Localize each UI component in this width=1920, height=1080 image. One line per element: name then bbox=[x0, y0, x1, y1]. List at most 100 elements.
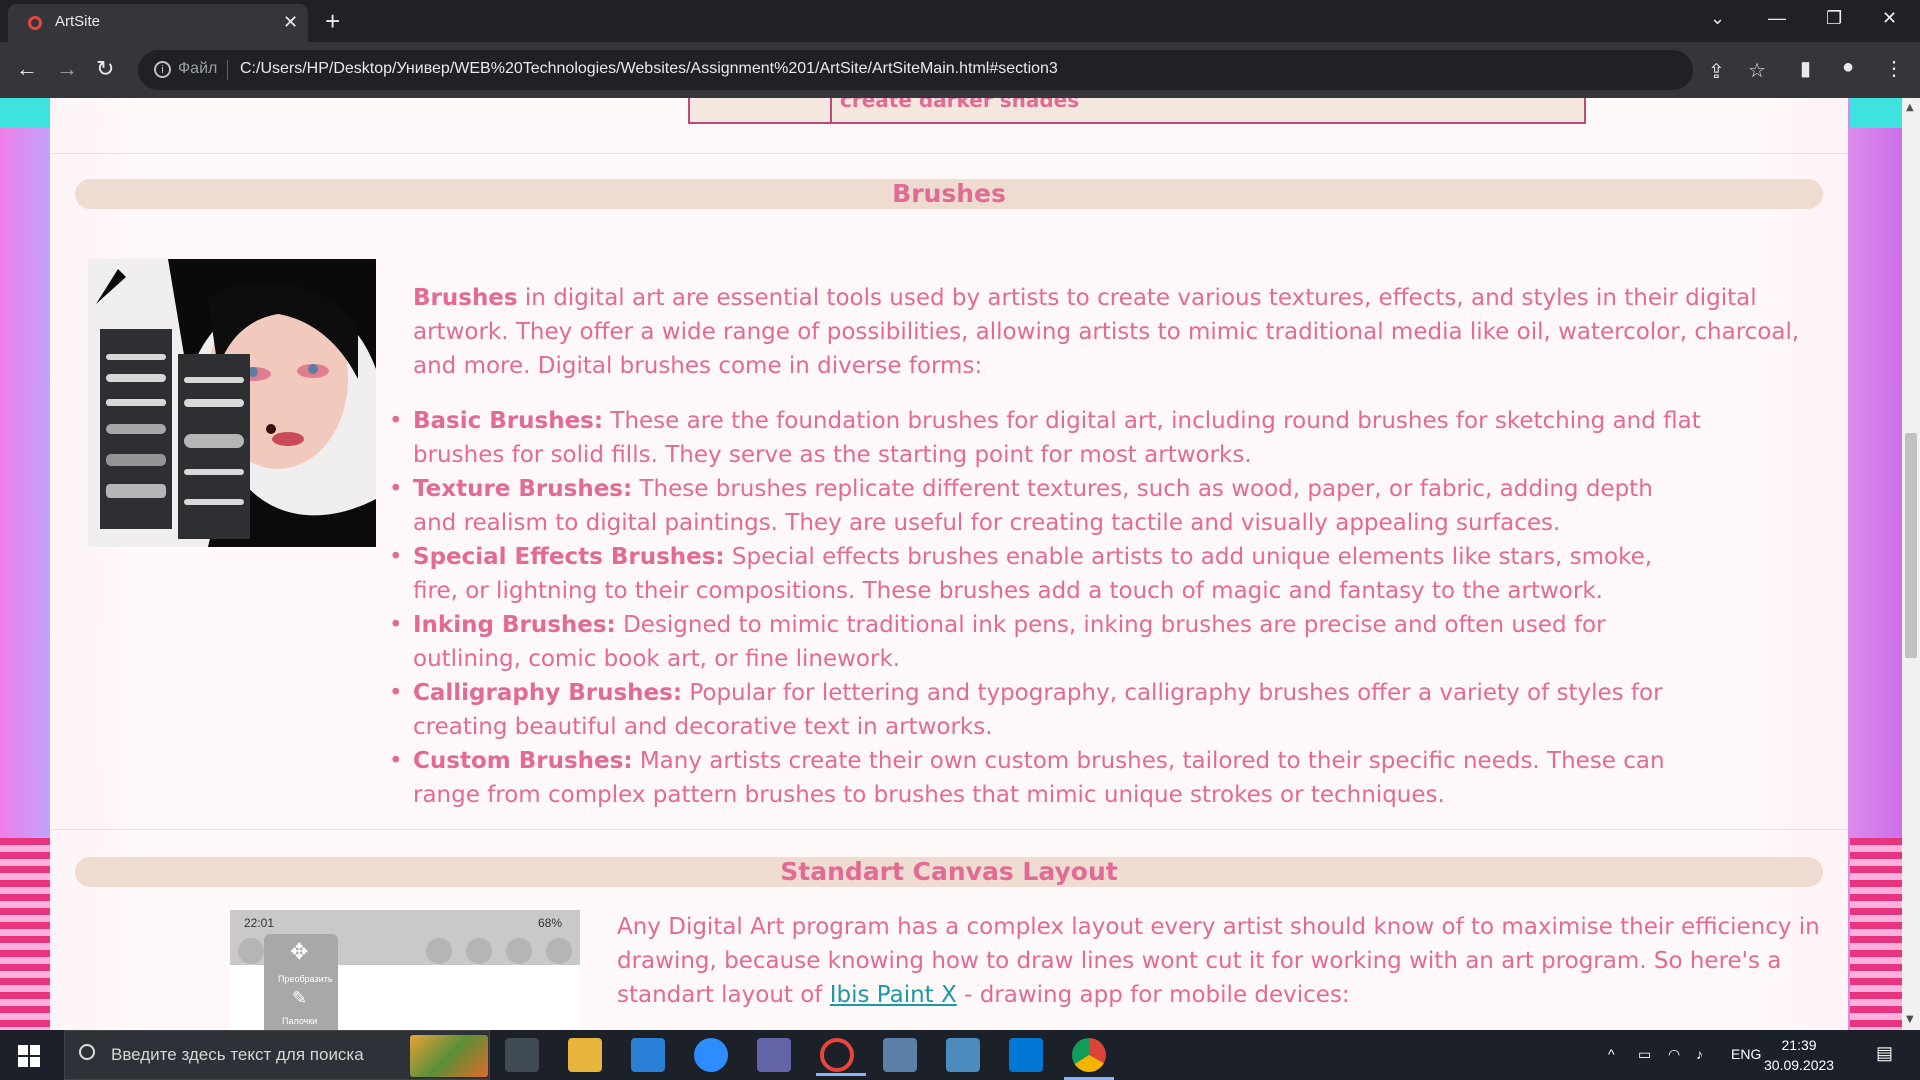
brushes-intro-bold: Brushes bbox=[413, 285, 518, 311]
undo-icon bbox=[238, 938, 264, 964]
phone-tool-label: Палочки bbox=[282, 1016, 318, 1026]
scroll-down-arrow-icon[interactable]: ▼ bbox=[1906, 1014, 1914, 1025]
canvas-layout-heading: Standart Canvas Layout bbox=[75, 857, 1823, 887]
address-bar[interactable]: i Файл C:/Users/HP/Desktop/Универ/WEB%20… bbox=[138, 50, 1766, 90]
phone-time: 22:01 bbox=[244, 916, 275, 930]
page-viewport: create darker shades Brushes Brushes in … bbox=[0, 98, 1902, 1030]
url-text[interactable]: C:/Users/HP/Desktop/Универ/WEB%20Technol… bbox=[240, 60, 1058, 78]
side-panel-icon[interactable]: ▮ bbox=[1800, 56, 1811, 81]
browser-tab[interactable]: ArtSite ✕ bbox=[8, 4, 308, 42]
file-scheme-label: Файл bbox=[178, 60, 218, 77]
list-item-title: Special Effects Brushes: bbox=[413, 544, 725, 570]
image-icon bbox=[546, 938, 572, 964]
background-decor bbox=[0, 98, 52, 128]
close-window-icon[interactable]: ✕ bbox=[1882, 8, 1897, 29]
share-icon[interactable]: ⇪ bbox=[1708, 59, 1725, 84]
forward-arrow-icon[interactable]: → bbox=[56, 56, 78, 82]
list-item: Special Effects Brushes: Special effects… bbox=[389, 540, 1703, 608]
list-item-text: These are the foundation brushes for dig… bbox=[413, 408, 1701, 468]
phone-battery: 68% bbox=[538, 916, 563, 930]
clock-time: 21:39 bbox=[1781, 1037, 1817, 1053]
ibis-paint-link[interactable]: Ibis Paint X bbox=[830, 982, 957, 1008]
taskbar-search-placeholder: Введите здесь текст для поиска bbox=[111, 1045, 364, 1064]
scrollbar-thumb[interactable] bbox=[1905, 433, 1917, 658]
volume-icon[interactable]: ♪ bbox=[1696, 1046, 1703, 1062]
brushes-artwork-image bbox=[88, 259, 376, 547]
hand-icon bbox=[466, 938, 492, 964]
taskbar-search-box[interactable]: Введите здесь текст для поиска bbox=[64, 1030, 490, 1080]
brushes-heading: Brushes bbox=[75, 179, 1823, 209]
taskbar-clock[interactable]: 21:39 30.09.2023 bbox=[1764, 1035, 1834, 1075]
section-divider bbox=[50, 153, 1848, 154]
python-app-icon[interactable] bbox=[946, 1038, 980, 1072]
omnibox-divider bbox=[227, 60, 228, 80]
list-item-title: Calligraphy Brushes: bbox=[413, 680, 683, 706]
list-item: Calligraphy Brushes: Popular for letteri… bbox=[389, 676, 1703, 744]
search-icon bbox=[79, 1044, 95, 1060]
language-indicator[interactable]: ENG bbox=[1731, 1046, 1761, 1062]
tray-chevron-icon[interactable]: ^ bbox=[1608, 1046, 1615, 1062]
background-stripes bbox=[1850, 838, 1902, 1030]
main-content: create darker shades Brushes Brushes in … bbox=[50, 98, 1848, 1030]
bookmark-star-icon[interactable]: ☆ bbox=[1748, 58, 1766, 83]
clock-date: 30.09.2023 bbox=[1764, 1057, 1835, 1073]
phone-tool-label: Преобразить bbox=[278, 974, 333, 984]
zoom-app-icon[interactable] bbox=[694, 1038, 728, 1072]
background-stripes bbox=[0, 838, 52, 1030]
chrome-app-icon[interactable] bbox=[1064, 1038, 1114, 1080]
list-item: Basic Brushes: These are the foundation … bbox=[389, 404, 1703, 472]
wifi-icon[interactable]: ◠ bbox=[1668, 1046, 1680, 1063]
page-scrollbar[interactable]: ▲ ▼ bbox=[1902, 98, 1920, 1030]
list-item-title: Inking Brushes: bbox=[413, 612, 616, 638]
brushes-intro-text: in digital art are essential tools used … bbox=[413, 285, 1800, 379]
windows-start-icon[interactable] bbox=[18, 1045, 40, 1067]
list-item-title: Custom Brushes: bbox=[413, 748, 633, 774]
mail-app-icon[interactable] bbox=[631, 1038, 665, 1072]
minimize-icon[interactable]: — bbox=[1768, 8, 1786, 29]
menu-kebab-icon[interactable]: ⋮ bbox=[1884, 56, 1904, 81]
color-table-bottom: create darker shades bbox=[688, 98, 1586, 124]
magic-wand-icon: ✎ bbox=[292, 988, 308, 1009]
site-info-icon[interactable]: i bbox=[154, 61, 171, 78]
pencil-icon bbox=[506, 938, 532, 964]
calculator-app-icon[interactable] bbox=[505, 1038, 539, 1072]
postgres-app-icon[interactable] bbox=[883, 1038, 917, 1072]
reload-icon[interactable]: ↻ bbox=[96, 56, 114, 82]
back-arrow-icon[interactable]: ← bbox=[16, 56, 38, 82]
transform-tool-icon: ✥ bbox=[290, 940, 309, 965]
table-cell-text: create darker shades bbox=[840, 98, 1080, 112]
windows-taskbar: Введите здесь текст для поиска ^ ▭ ◠ ♪ E… bbox=[0, 1030, 1920, 1080]
list-item: Texture Brushes: These brushes replicate… bbox=[389, 472, 1703, 540]
table-cell-divider bbox=[830, 98, 832, 124]
background-decor bbox=[1850, 98, 1902, 128]
vscode-app-icon[interactable] bbox=[1009, 1038, 1043, 1072]
new-tab-icon[interactable]: + bbox=[325, 6, 340, 37]
restore-icon[interactable]: ❐ bbox=[1826, 8, 1842, 29]
brushes-artwork-illustration bbox=[88, 259, 376, 547]
list-item-title: Basic Brushes: bbox=[413, 408, 604, 434]
canvas-text-after: - drawing app for mobile devices: bbox=[956, 982, 1350, 1008]
section-divider bbox=[50, 829, 1848, 830]
ibis-paint-screenshot: 22:01 68% ✥ Преобразить ✎ Палочки bbox=[230, 910, 580, 1030]
tab-title: ArtSite bbox=[55, 13, 101, 30]
list-item-title: Texture Brushes: bbox=[413, 476, 633, 502]
brush-types-list: Basic Brushes: These are the foundation … bbox=[389, 404, 1703, 812]
search-highlight-image bbox=[410, 1035, 488, 1077]
opera-favicon-icon bbox=[28, 16, 42, 30]
brushes-intro-paragraph: Brushes in digital art are essential too… bbox=[413, 281, 1833, 383]
tab-search-chevron-icon[interactable]: ⌄ bbox=[1710, 8, 1725, 29]
list-item: Inking Brushes: Designed to mimic tradit… bbox=[389, 608, 1703, 676]
canvas-layout-paragraph: Any Digital Art program has a complex la… bbox=[617, 910, 1847, 1012]
opera-app-icon[interactable] bbox=[816, 1038, 866, 1076]
selection-icon bbox=[426, 938, 452, 964]
list-item: Custom Brushes: Many artists create thei… bbox=[389, 744, 1703, 812]
battery-icon[interactable]: ▭ bbox=[1638, 1046, 1651, 1063]
scroll-up-arrow-icon[interactable]: ▲ bbox=[1906, 102, 1914, 113]
notification-icon[interactable]: ▤ bbox=[1876, 1043, 1893, 1064]
close-tab-icon[interactable]: ✕ bbox=[283, 12, 298, 33]
browser-tab-strip: ArtSite ✕ + ⌄ — ❐ ✕ bbox=[0, 0, 1920, 42]
teams-app-icon[interactable] bbox=[757, 1038, 791, 1072]
profile-icon[interactable]: ● bbox=[1842, 56, 1854, 79]
file-explorer-app-icon[interactable] bbox=[568, 1038, 602, 1072]
browser-toolbar: ← → ↻ i Файл C:/Users/HP/Desktop/Универ/… bbox=[0, 42, 1920, 98]
